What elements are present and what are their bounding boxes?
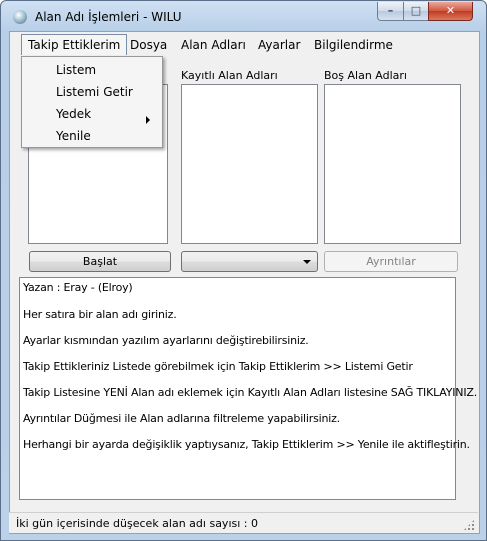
dropdown-item-yedek[interactable]: Yedek [56, 106, 91, 122]
info-line: Ayarlar kısmından yazılım ayarlarını değ… [23, 334, 309, 347]
dropdown-item-listemi-getir[interactable]: Listemi Getir [56, 84, 133, 100]
menu-bilgilendirme[interactable]: Bilgilendirme [308, 37, 399, 53]
info-line: Her satıra bir alan adı giriniz. [23, 308, 177, 321]
dropdown-item-listem[interactable]: Listem [56, 62, 96, 78]
info-line: Takip Ettikleriniz Listede görebilmek iç… [23, 360, 413, 373]
window-title: Alan Adı İşlemleri - WILU [35, 10, 182, 24]
submenu-arrow-icon [146, 116, 150, 124]
details-button[interactable]: Ayrıntılar [324, 251, 458, 272]
filter-combo[interactable] [181, 251, 318, 272]
menu-ayarlar[interactable]: Ayarlar [252, 37, 306, 53]
registered-domains-list[interactable] [181, 84, 318, 244]
info-line: Ayrıntılar Düğmesi ile Alan adlarına fil… [23, 412, 340, 425]
info-line: Herhangi bir ayarda değişiklik yaptıysan… [23, 438, 470, 451]
maximize-icon: □ [410, 4, 422, 17]
close-button[interactable]: ✕ [428, 2, 473, 21]
status-text: İki gün içerisinde düşecek alan adı sayı… [16, 517, 258, 530]
start-button[interactable]: Başlat [29, 251, 171, 272]
resize-grip-icon[interactable] [463, 519, 475, 531]
minimize-icon: – [387, 4, 394, 17]
info-line: Takip Listesine YENİ Alan adı eklemek iç… [23, 386, 478, 399]
info-textbox[interactable]: Yazan : Eray - (Elroy) Her satıra bir al… [19, 277, 477, 500]
chevron-down-icon [303, 260, 311, 264]
close-icon: ✕ [445, 4, 456, 17]
takip-ettiklerim-dropdown: Listem Listemi Getir Yedek Yenile [21, 56, 163, 148]
main-window: Alan Adı İşlemleri - WILU – □ ✕ Takip Et… [0, 0, 487, 541]
status-bar: İki gün içerisinde düşecek alan adı sayı… [9, 512, 478, 533]
menu-alan-adlari[interactable]: Alan Adları [175, 37, 252, 53]
minimize-button[interactable]: – [377, 2, 404, 21]
title-bar[interactable]: Alan Adı İşlemleri - WILU – □ ✕ [1, 1, 486, 31]
menu-takip-ettiklerim[interactable]: Takip Ettiklerim [21, 34, 128, 55]
empty-domains-list[interactable] [324, 84, 461, 244]
menu-dosya[interactable]: Dosya [124, 37, 173, 53]
registered-domains-label: Kayıtlı Alan Adları [181, 69, 278, 82]
info-line: Yazan : Eray - (Elroy) [23, 281, 133, 294]
empty-domains-label: Boş Alan Adları [324, 69, 407, 82]
menu-bar: Takip Ettiklerim Dosya Alan Adları Ayarl… [10, 32, 479, 56]
maximize-button[interactable]: □ [403, 2, 429, 21]
app-icon[interactable] [13, 10, 27, 24]
dropdown-item-yenile[interactable]: Yenile [56, 128, 91, 144]
